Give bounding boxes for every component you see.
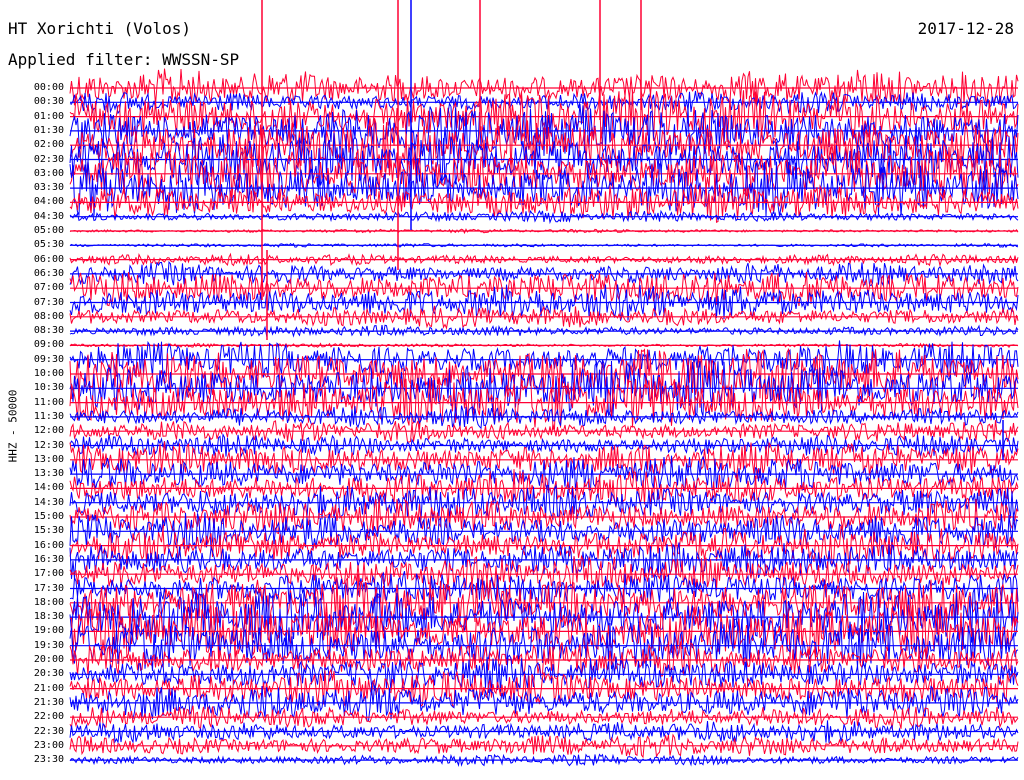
helicorder-plot xyxy=(69,0,1019,768)
